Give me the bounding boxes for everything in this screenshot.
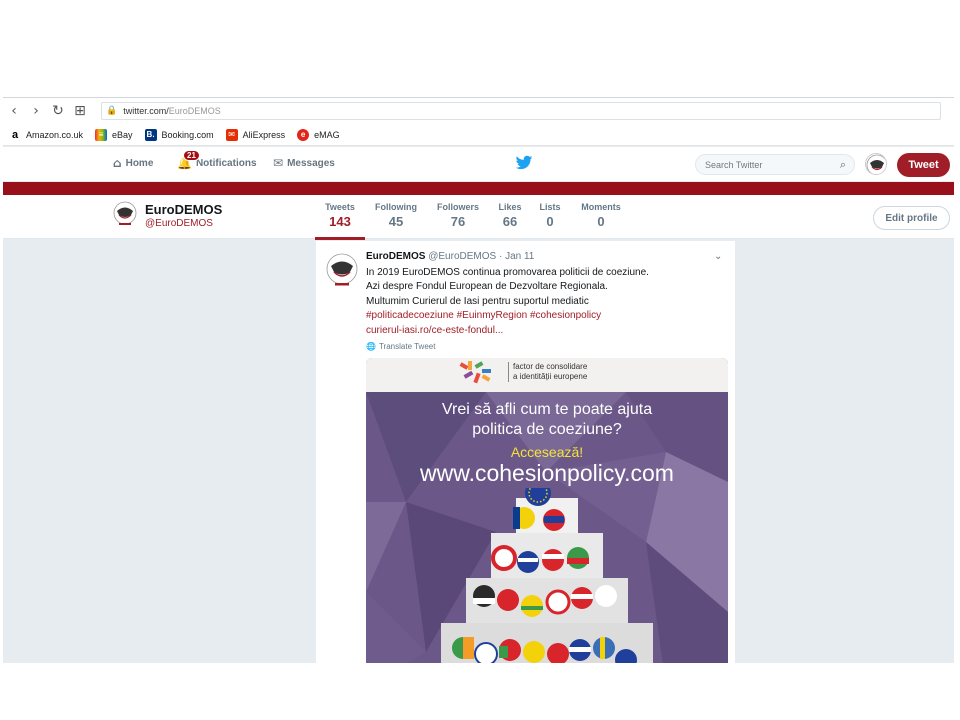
tweet-line: Azi despre Fondul European de Dezvoltare…	[366, 281, 608, 293]
search-placeholder: Search Twitter	[705, 159, 763, 170]
bookmark-aliexpress[interactable]: ✉ AliExpress	[225, 128, 286, 141]
search-icon[interactable]: ⌕	[840, 158, 846, 172]
flag-cube-pyramid	[441, 488, 653, 663]
profile-avatar[interactable]	[113, 201, 137, 227]
media-url: www.cohesionpolicy.com	[420, 460, 674, 486]
stat-label: Moments	[581, 202, 621, 212]
bookmarks-bar: a Amazon.co.uk ≡ eBay B. Booking.com ✉ A…	[3, 124, 954, 146]
tweet-link[interactable]: curierul-iasi.ro/ce-este-fondul...	[366, 324, 716, 338]
address-bar[interactable]: 🔒 twitter.com/EuroDEMOS	[101, 102, 941, 120]
tweet-date[interactable]: · Jan 11	[499, 251, 534, 262]
bookmark-emag[interactable]: e eMAG	[297, 128, 340, 141]
search-input[interactable]: Search Twitter ⌕	[695, 154, 855, 175]
stat-value: 0	[597, 214, 605, 229]
media-headline: Vrei să afli cum te poate ajuta politica…	[366, 400, 728, 440]
url-host: twitter.com/	[123, 106, 169, 116]
media-caption: factor de consolidare a identității euro…	[508, 362, 587, 382]
stat-lists[interactable]: Lists 0	[538, 202, 562, 229]
bookmark-label: Amazon.co.uk	[26, 129, 84, 140]
nav-notifications[interactable]: 🔔 21 Notifications	[177, 150, 257, 170]
booking-icon: B.	[144, 128, 157, 141]
envelope-icon: ✉	[273, 156, 284, 170]
url-path: EuroDEMOS	[168, 106, 221, 116]
nav-notifications-label: Notifications	[195, 157, 257, 169]
bookmark-amazon[interactable]: a Amazon.co.uk	[9, 129, 83, 141]
translate-label: Translate Tweet	[378, 342, 436, 351]
stat-following[interactable]: Following 45	[373, 202, 419, 229]
translate-tweet-link[interactable]: 🌐 Translate Tweet	[366, 342, 435, 351]
headline-line: politica de coeziune?	[472, 421, 622, 438]
reload-icon[interactable]: ↻	[47, 103, 69, 119]
tweet-card[interactable]: EuroDEMOS @EuroDEMOS · Jan 11 ⌄ In 2019 …	[316, 241, 735, 663]
stat-value: 143	[329, 214, 351, 229]
profile-banner	[3, 182, 954, 195]
tweet-avatar[interactable]	[326, 253, 358, 287]
stat-value: 66	[502, 214, 518, 229]
profile-name[interactable]: EuroDEMOS	[145, 202, 222, 217]
twitter-bird-icon[interactable]	[515, 155, 533, 171]
globe-icon: 🌐	[366, 342, 376, 351]
notification-badge: 21	[183, 150, 200, 161]
caption-line: factor de consolidare	[513, 362, 588, 371]
nav-home-label: Home	[125, 157, 154, 169]
caption-line: a identității europene	[513, 372, 588, 381]
stat-value: 45	[388, 214, 404, 229]
stat-label: Likes	[498, 202, 522, 212]
bookmark-label: eBay	[112, 129, 133, 140]
media-header: factor de consolidare a identității euro…	[366, 358, 728, 392]
stat-label: Following	[375, 202, 417, 212]
headline-line: Vrei să afli cum te poate ajuta	[441, 401, 653, 418]
stat-label: Tweets	[325, 202, 355, 212]
amazon-icon: a	[11, 128, 19, 141]
lock-icon: 🔒	[106, 106, 118, 116]
profile-handle[interactable]: @EuroDEMOS	[145, 218, 213, 229]
chevron-down-icon[interactable]: ⌄	[714, 251, 722, 262]
browser-toolbar: ‹ › ↻ ⊞ 🔒 twitter.com/EuroDEMOS	[3, 98, 954, 124]
browser-window: ‹ › ↻ ⊞ 🔒 twitter.com/EuroDEMOS a Amazon…	[3, 97, 954, 663]
tweet-handle[interactable]: @EuroDEMOS	[428, 251, 496, 262]
stat-moments[interactable]: Moments 0	[579, 202, 623, 229]
tweet-hashtags[interactable]: #politicadecoeziune #EuinmyRegion #cohes…	[366, 309, 716, 323]
tweet-text: In 2019 EuroDEMOS continua promovarea po…	[366, 266, 716, 338]
edit-profile-button[interactable]: Edit profile	[873, 206, 950, 230]
tweet-line: In 2019 EuroDEMOS continua promovarea po…	[366, 267, 649, 278]
bookmark-ebay[interactable]: ≡ eBay	[95, 128, 133, 141]
apps-icon[interactable]: ⊞	[69, 103, 91, 119]
stat-label: Lists	[539, 202, 561, 212]
tweet-header: EuroDEMOS @EuroDEMOS · Jan 11	[366, 251, 534, 262]
tweet-line: Multumim Curierul de Iasi pentru suportu…	[366, 295, 589, 307]
stat-value: 76	[450, 214, 466, 229]
stat-tweets[interactable]: Tweets 143	[315, 202, 365, 240]
media-cta: Accesează!	[510, 444, 584, 460]
media-poster: Vrei să afli cum te poate ajuta politica…	[366, 392, 728, 663]
tweet-author[interactable]: EuroDEMOS	[366, 251, 425, 262]
emag-icon: e	[297, 128, 310, 141]
stat-value: 0	[546, 214, 554, 229]
aliexpress-icon: ✉	[225, 128, 238, 141]
bookmark-label: eMAG	[314, 129, 340, 140]
stat-likes[interactable]: Likes 66	[495, 202, 525, 229]
profile-nav: EuroDEMOS @EuroDEMOS Tweets 143 Followin…	[3, 195, 954, 240]
avatar[interactable]	[865, 153, 887, 175]
tweet-button[interactable]: Tweet	[897, 153, 950, 177]
nav-messages[interactable]: ✉ Messages	[273, 156, 335, 170]
forward-icon[interactable]: ›	[25, 103, 47, 119]
bookmark-label: AliExpress	[242, 129, 286, 140]
stat-followers[interactable]: Followers 76	[435, 202, 481, 229]
home-icon: ⌂	[113, 156, 122, 170]
back-icon[interactable]: ‹	[3, 103, 25, 119]
tweet-media-image[interactable]: factor de consolidare a identității euro…	[366, 358, 728, 663]
nav-messages-label: Messages	[287, 157, 335, 169]
bookmark-label: Booking.com	[161, 129, 214, 140]
stat-label: Followers	[436, 202, 479, 212]
star-logo-icon	[459, 361, 491, 384]
bookmark-booking[interactable]: B. Booking.com	[144, 128, 214, 141]
nav-home[interactable]: ⌂ Home	[113, 156, 153, 170]
ebay-icon: ≡	[95, 128, 108, 141]
